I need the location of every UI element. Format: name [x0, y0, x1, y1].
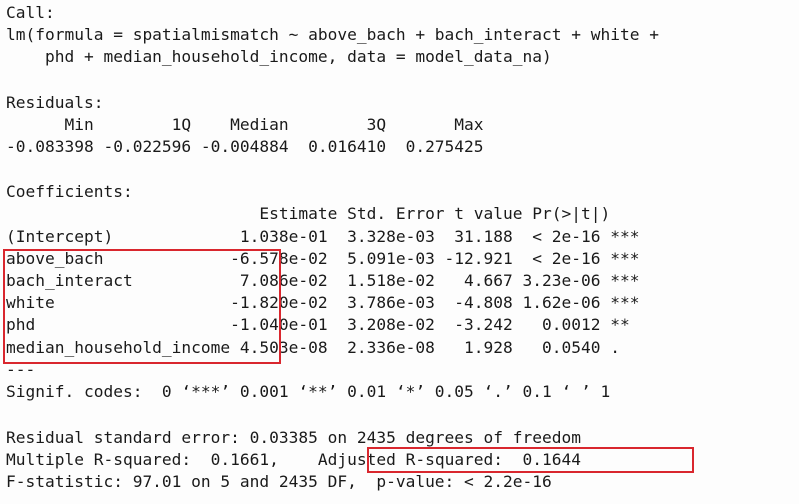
console-line-f-statistic: F-statistic: 97.01 on 5 and 2435 DF, p-v…: [6, 472, 552, 491]
r-console-output: Call: lm(formula = spatialmismatch ~ abo…: [0, 0, 799, 504]
console-line-coefficients-header: Coefficients:: [6, 182, 133, 201]
console-line-coef-columns: Estimate Std. Error t value Pr(>|t|): [6, 204, 611, 223]
console-line-signif-codes: Signif. codes: 0 ‘***’ 0.001 ‘**’ 0.01 ‘…: [6, 382, 611, 401]
console-line-residuals-values: -0.083398 -0.022596 -0.004884 0.016410 0…: [6, 137, 484, 156]
predictor-names-highlight-box: [3, 249, 281, 364]
console-line-call-header: Call:: [6, 3, 55, 22]
console-line-residual-std-error: Residual standard error: 0.03385 on 2435…: [6, 428, 581, 447]
console-line-formula-1: lm(formula = spatialmismatch ~ above_bac…: [6, 25, 659, 44]
console-line-coef-intercept: (Intercept) 1.038e-01 3.328e-03 31.188 <…: [6, 227, 640, 246]
console-line-residuals-header: Residuals:: [6, 93, 104, 112]
console-line-residuals-labels: Min 1Q Median 3Q Max: [6, 115, 484, 134]
console-line-formula-2: phd + median_household_income, data = mo…: [6, 47, 552, 66]
adjusted-r-squared-highlight-box: [367, 447, 694, 473]
